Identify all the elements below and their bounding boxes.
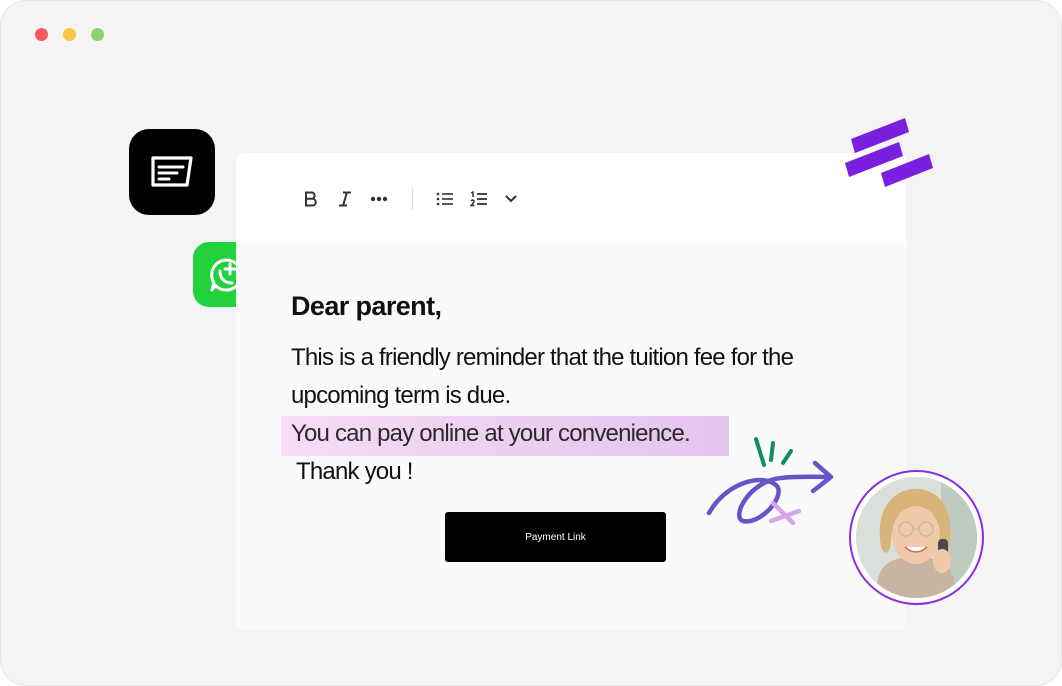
toolbar-divider (412, 188, 413, 210)
brand-logo (845, 118, 933, 187)
italic-icon[interactable] (333, 187, 357, 211)
payment-link-button[interactable]: Payment Link (445, 512, 666, 562)
window-minimize-dot[interactable] (63, 28, 76, 41)
decorative-arrow-doodle (706, 437, 834, 526)
greeting-text: Dear parent, (291, 291, 442, 321)
avatar-photo (856, 477, 977, 598)
more-icon[interactable] (367, 187, 391, 211)
message-line-2: upcoming term is due. (291, 382, 511, 409)
editor-toolbar (236, 153, 906, 243)
message-line-1: This is a friendly reminder that the tui… (291, 344, 794, 371)
message-editor[interactable]: Dear parent, This is a friendly reminder… (236, 153, 906, 630)
app-window: Dear parent, This is a friendly reminder… (0, 0, 1062, 686)
message-line-3: You can pay online at your convenience. (291, 420, 691, 447)
message-line-4: Thank you ! (296, 458, 413, 485)
window-maximize-dot[interactable] (91, 28, 104, 41)
bold-icon[interactable] (299, 187, 323, 211)
avatar (849, 470, 984, 605)
chevron-down-icon[interactable] (499, 187, 523, 211)
bullet-list-icon[interactable] (433, 187, 457, 211)
window-close-dot[interactable] (35, 28, 48, 41)
message-app-icon (129, 129, 215, 215)
numbered-list-icon[interactable] (467, 187, 491, 211)
